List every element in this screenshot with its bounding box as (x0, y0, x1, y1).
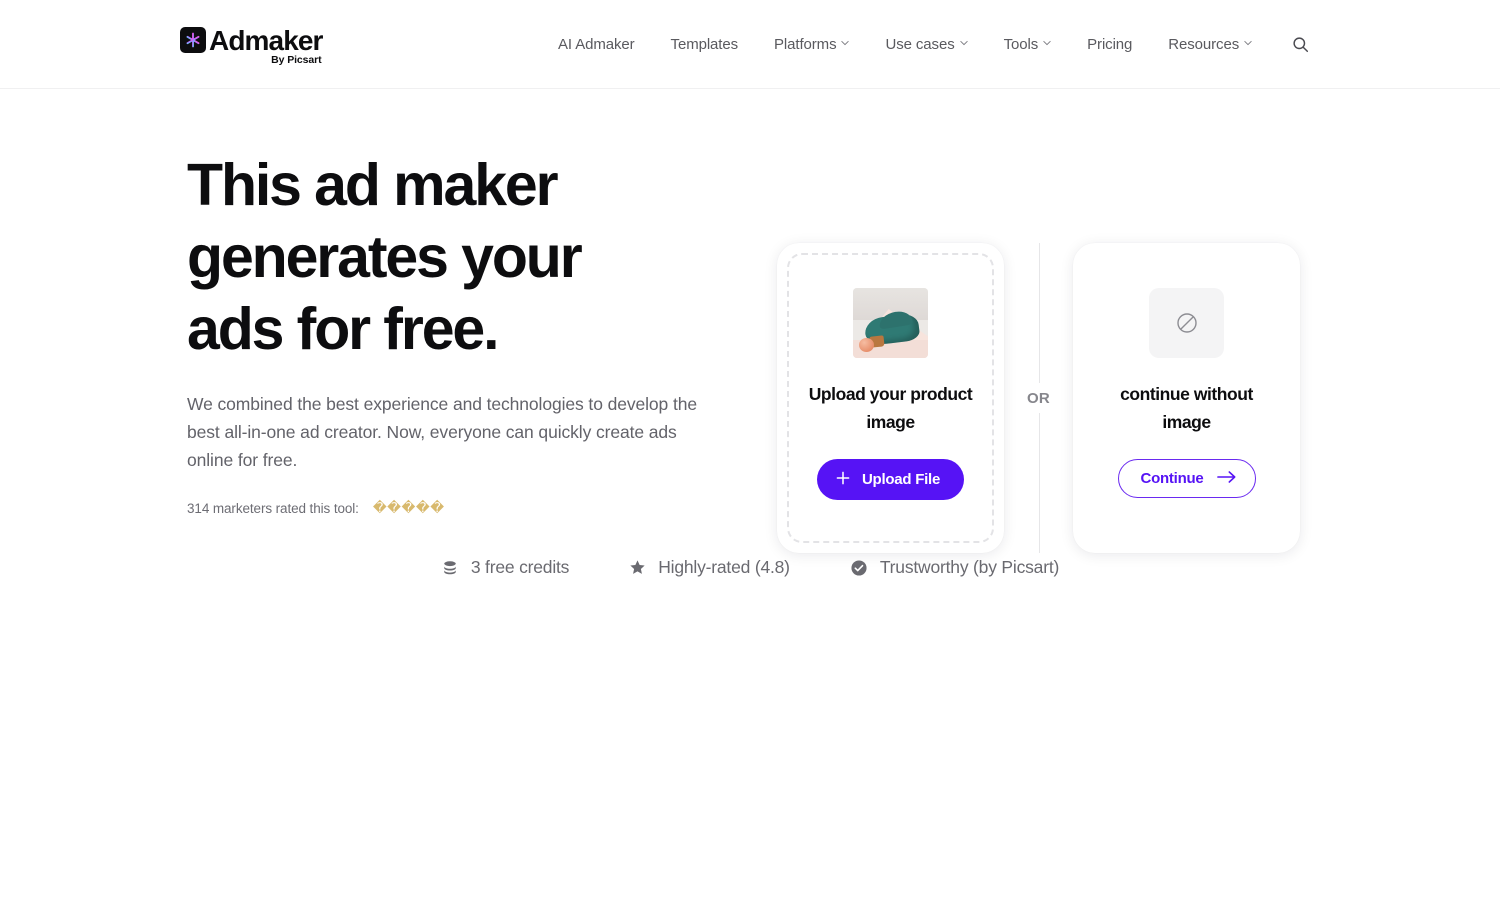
feature-label: Highly-rated (4.8) (658, 557, 790, 577)
nav-item-ai-admaker[interactable]: AI Admaker (540, 0, 653, 89)
nav-item-pricing[interactable]: Pricing (1069, 0, 1150, 89)
or-divider: OR (1004, 243, 1073, 553)
check-circle-icon (850, 559, 868, 577)
feature-label: 3 free credits (470, 557, 570, 577)
site-header: Admaker By Picsart AI Admaker Templates … (0, 0, 1500, 89)
page-title: This ad maker generates your ads for fre… (187, 152, 583, 362)
feature-free-credits: 3 free credits (441, 557, 569, 578)
chevron-down-icon (1043, 39, 1051, 47)
product-thumbnail (853, 288, 928, 358)
picsart-star-icon (180, 27, 206, 53)
feature-label: Trustworthy (by Picsart) (879, 557, 1060, 577)
arrow-right-icon (1216, 470, 1237, 488)
nav-item-resources[interactable]: Resources (1150, 0, 1270, 89)
rating-line: 314 marketers rated this tool: ����� (187, 500, 727, 516)
nav-item-use-cases[interactable]: Use cases (867, 0, 985, 89)
chevron-down-icon (1244, 39, 1252, 47)
nav-label: Pricing (1087, 36, 1133, 53)
rating-text: 314 marketers rated this tool: (187, 500, 359, 516)
chevron-down-icon (841, 39, 850, 47)
feature-trustworthy: Trustworthy (by Picsart) (850, 557, 1059, 578)
hero-action-cards: Upload your product image Upload File OR (777, 243, 1300, 553)
continue-card-label: continue without image (1120, 384, 1253, 432)
plus-icon (835, 470, 851, 490)
rating-stars: ����� (372, 500, 445, 516)
hero-copy: This ad maker generates your ads for fre… (187, 149, 727, 516)
star-icon (629, 559, 646, 576)
hero-section: This ad maker generates your ads for fre… (0, 89, 1500, 629)
feature-strip: 3 free credits Highly-rated (4.8) Trustw… (0, 557, 1500, 578)
nav-item-tools[interactable]: Tools (986, 0, 1070, 89)
upload-card[interactable]: Upload your product image Upload File (777, 243, 1004, 553)
continue-without-image-card[interactable]: continue without image Continue (1073, 243, 1300, 553)
main-navigation: AI Admaker Templates Platforms Use cases… (540, 0, 1325, 89)
nav-label: AI Admaker (558, 36, 635, 53)
search-icon[interactable] (1270, 0, 1325, 89)
feature-highly-rated: Highly-rated (4.8) (629, 557, 790, 578)
nav-item-platforms[interactable]: Platforms (756, 0, 867, 89)
continue-button[interactable]: Continue (1117, 459, 1256, 498)
nav-item-templates[interactable]: Templates (653, 0, 756, 89)
nav-label: Use cases (885, 36, 955, 53)
no-image-circle-slash-icon (1149, 288, 1224, 358)
or-label: OR (1027, 383, 1050, 413)
brand-logo[interactable]: Admaker By Picsart (180, 26, 323, 66)
nav-label: Tools (1003, 36, 1039, 53)
upload-file-button[interactable]: Upload File (816, 459, 965, 500)
brand-subtitle: By Picsart (271, 54, 322, 66)
brand-name: Admaker (209, 25, 323, 56)
coins-icon (441, 559, 459, 577)
continue-button-label: Continue (1140, 470, 1204, 487)
upload-file-button-label: Upload File (861, 471, 941, 488)
upload-card-label: Upload your product image (808, 384, 973, 432)
nav-label: Resources (1168, 36, 1240, 53)
hero-description: We combined the best experience and tech… (187, 394, 697, 470)
chevron-down-icon (959, 39, 968, 47)
nav-label: Platforms (774, 36, 837, 53)
nav-label: Templates (670, 36, 739, 53)
